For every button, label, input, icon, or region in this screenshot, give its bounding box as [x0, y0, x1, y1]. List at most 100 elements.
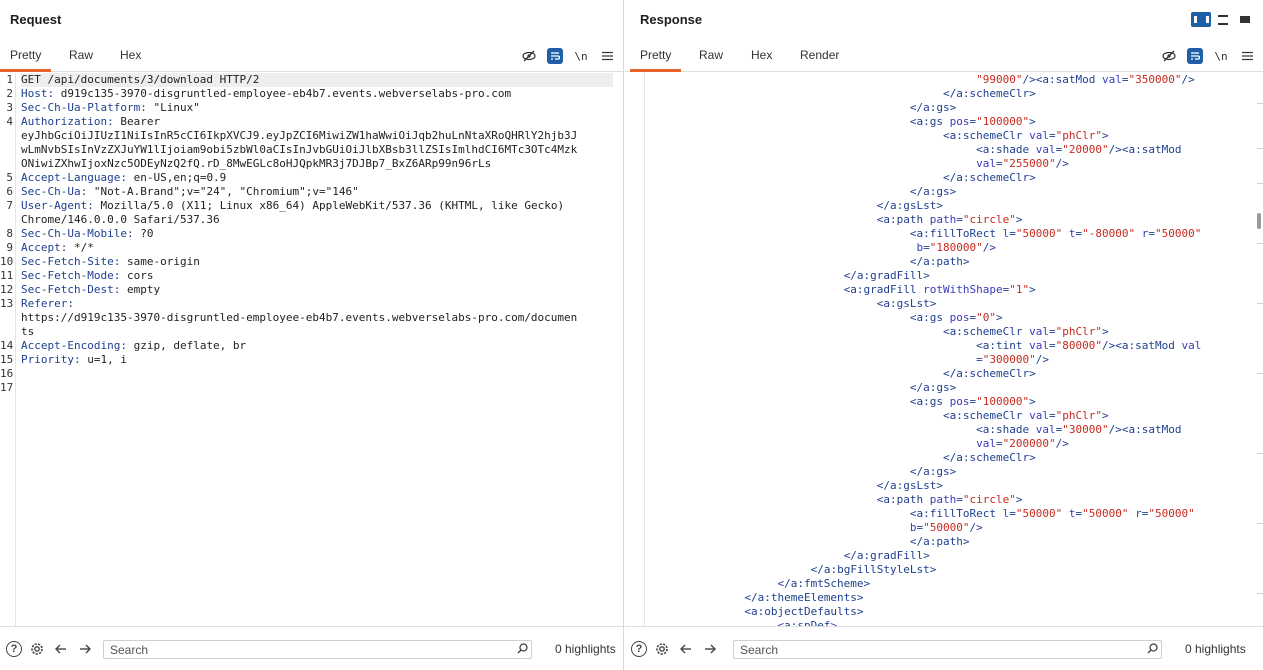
- response-editor[interactable]: "99000"/><a:satMod val="350000"/> </a:sc…: [625, 73, 1263, 626]
- request-line[interactable]: wLmNvbSIsInVzZXJuYW1lIjoiam9obi5zbWl0aCI…: [21, 143, 613, 157]
- request-line[interactable]: Host: d919c135-3970-disgruntled-employee…: [21, 87, 613, 101]
- response-line[interactable]: b="180000"/>: [645, 241, 1251, 255]
- response-line[interactable]: <a:tint val="80000"/><a:satMod val: [645, 339, 1251, 353]
- response-line[interactable]: <a:objectDefaults>: [645, 605, 1251, 619]
- menu-icon[interactable]: [599, 48, 615, 64]
- request-line[interactable]: [21, 367, 613, 381]
- response-line[interactable]: <a:gradFill rotWithShape="1">: [645, 283, 1251, 297]
- xml-tag: <a:gs: [909, 311, 950, 324]
- response-search-input[interactable]: [734, 642, 1143, 657]
- response-line[interactable]: </a:themeElements>: [645, 591, 1251, 605]
- layout-side-by-side-icon[interactable]: [1191, 12, 1211, 27]
- response-line[interactable]: <a:schemeClr val="phClr">: [645, 325, 1251, 339]
- newline-toggle[interactable]: \n: [573, 48, 589, 64]
- request-line[interactable]: ONiwiZXhwIjoxNzc5ODEyNzQ2fQ.rD_8MwEGLc8o…: [21, 157, 613, 171]
- response-line[interactable]: </a:gsLst>: [645, 479, 1251, 493]
- response-line[interactable]: </a:schemeClr>: [645, 367, 1251, 381]
- request-line[interactable]: Sec-Fetch-Dest: empty: [21, 283, 613, 297]
- response-line[interactable]: </a:bgFillStyleLst>: [645, 563, 1251, 577]
- response-scroll-thumb[interactable]: [1257, 213, 1261, 229]
- response-tab-hex[interactable]: Hex: [741, 40, 782, 72]
- request-line[interactable]: Sec-Fetch-Site: same-origin: [21, 255, 613, 269]
- arrow-right-icon[interactable]: [701, 640, 719, 658]
- response-line[interactable]: <a:gs pos="0">: [645, 311, 1251, 325]
- response-line[interactable]: </a:schemeClr>: [645, 451, 1251, 465]
- gear-icon[interactable]: [653, 640, 671, 658]
- response-line[interactable]: b="50000"/>: [645, 521, 1251, 535]
- wrap-toggle-icon[interactable]: [1187, 48, 1203, 64]
- response-line[interactable]: </a:schemeClr>: [645, 171, 1251, 185]
- eye-off-icon[interactable]: [521, 48, 537, 64]
- response-line[interactable]: <a:fillToRect l="50000" t="50000" r="500…: [645, 507, 1251, 521]
- request-line[interactable]: Sec-Ch-Ua-Mobile: ?0: [21, 227, 613, 241]
- response-scrollbar[interactable]: [1253, 73, 1263, 626]
- request-line[interactable]: [21, 381, 613, 395]
- response-line[interactable]: <a:schemeClr val="phClr">: [645, 129, 1251, 143]
- response-tab-render[interactable]: Render: [790, 40, 849, 72]
- request-line[interactable]: Accept-Encoding: gzip, deflate, br: [21, 339, 613, 353]
- response-line[interactable]: val="200000"/>: [645, 437, 1251, 451]
- request-line[interactable]: Sec-Ch-Ua-Platform: "Linux": [21, 101, 613, 115]
- request-line[interactable]: User-Agent: Mozilla/5.0 (X11; Linux x86_…: [21, 199, 613, 213]
- help-icon[interactable]: ?: [631, 640, 647, 657]
- response-line[interactable]: <a:path path="circle">: [645, 213, 1251, 227]
- response-line[interactable]: val="255000"/>: [645, 157, 1251, 171]
- request-line[interactable]: Sec-Fetch-Mode: cors: [21, 269, 613, 283]
- gear-icon[interactable]: [28, 640, 46, 658]
- response-line[interactable]: </a:gs>: [645, 185, 1251, 199]
- request-line[interactable]: https://d919c135-3970-disgruntled-employ…: [21, 311, 613, 325]
- response-line[interactable]: <a:path path="circle">: [645, 493, 1251, 507]
- request-line[interactable]: eyJhbGciOiJIUzI1NiIsInR5cCI6IkpXVCJ9.eyJ…: [21, 129, 613, 143]
- response-line[interactable]: </a:gs>: [645, 381, 1251, 395]
- request-line[interactable]: ts: [21, 325, 613, 339]
- response-line[interactable]: ="300000"/>: [645, 353, 1251, 367]
- request-editor[interactable]: 1 2 3 4 5 6 7 8 9 10 11 12 13 14 15 16 17 GET /api/docum…: [0, 73, 623, 626]
- layout-single-icon[interactable]: [1235, 12, 1255, 27]
- response-line[interactable]: <a:gsLst>: [645, 297, 1251, 311]
- layout-stacked-icon[interactable]: [1213, 12, 1233, 27]
- response-line[interactable]: </a:gs>: [645, 465, 1251, 479]
- request-line[interactable]: Accept: */*: [21, 241, 613, 255]
- menu-icon[interactable]: [1239, 48, 1255, 64]
- request-line[interactable]: GET /api/documents/3/download HTTP/2: [21, 73, 613, 87]
- response-line[interactable]: <a:spDef>: [645, 619, 1251, 626]
- request-line[interactable]: Priority: u=1, i: [21, 353, 613, 367]
- response-tab-raw[interactable]: Raw: [689, 40, 733, 72]
- response-line[interactable]: <a:schemeClr val="phClr">: [645, 409, 1251, 423]
- response-line[interactable]: </a:schemeClr>: [645, 87, 1251, 101]
- response-line[interactable]: </a:gradFill>: [645, 549, 1251, 563]
- request-line[interactable]: Authorization: Bearer: [21, 115, 613, 129]
- eye-off-icon[interactable]: [1161, 48, 1177, 64]
- request-tab-raw[interactable]: Raw: [59, 40, 103, 72]
- request-line[interactable]: Chrome/146.0.0.0 Safari/537.36: [21, 213, 613, 227]
- arrow-right-icon[interactable]: [76, 640, 94, 658]
- response-line[interactable]: "99000"/><a:satMod val="350000"/>: [645, 73, 1251, 87]
- response-line[interactable]: <a:gs pos="100000">: [645, 395, 1251, 409]
- response-line[interactable]: </a:gradFill>: [645, 269, 1251, 283]
- request-tab-hex[interactable]: Hex: [110, 40, 151, 72]
- help-icon[interactable]: ?: [6, 640, 22, 657]
- response-line[interactable]: </a:gsLst>: [645, 199, 1251, 213]
- response-code[interactable]: "99000"/><a:satMod val="350000"/> </a:sc…: [645, 73, 1251, 626]
- request-line[interactable]: Sec-Ch-Ua: "Not-A.Brand";v="24", "Chromi…: [21, 185, 613, 199]
- response-line[interactable]: <a:fillToRect l="50000" t="-80000" r="50…: [645, 227, 1251, 241]
- request-line[interactable]: Referer:: [21, 297, 613, 311]
- wrap-toggle-icon[interactable]: [547, 48, 563, 64]
- response-line[interactable]: <a:gs pos="100000">: [645, 115, 1251, 129]
- response-line[interactable]: </a:path>: [645, 255, 1251, 269]
- response-line[interactable]: </a:fmtScheme>: [645, 577, 1251, 591]
- search-icon[interactable]: [1143, 642, 1161, 657]
- response-line[interactable]: </a:path>: [645, 535, 1251, 549]
- newline-toggle[interactable]: \n: [1213, 48, 1229, 64]
- response-line[interactable]: <a:shade val="20000"/><a:satMod: [645, 143, 1251, 157]
- request-code[interactable]: GET /api/documents/3/download HTTP/2 Host…: [21, 73, 613, 395]
- response-tab-pretty[interactable]: Pretty: [630, 40, 682, 72]
- arrow-left-icon[interactable]: [52, 640, 70, 658]
- search-icon[interactable]: [513, 642, 531, 657]
- request-line[interactable]: Accept-Language: en-US,en;q=0.9: [21, 171, 613, 185]
- response-line[interactable]: <a:shade val="30000"/><a:satMod: [645, 423, 1251, 437]
- request-search-input[interactable]: [104, 642, 513, 657]
- request-tab-pretty[interactable]: Pretty: [0, 40, 52, 72]
- arrow-left-icon[interactable]: [677, 640, 695, 658]
- response-line[interactable]: </a:gs>: [645, 101, 1251, 115]
